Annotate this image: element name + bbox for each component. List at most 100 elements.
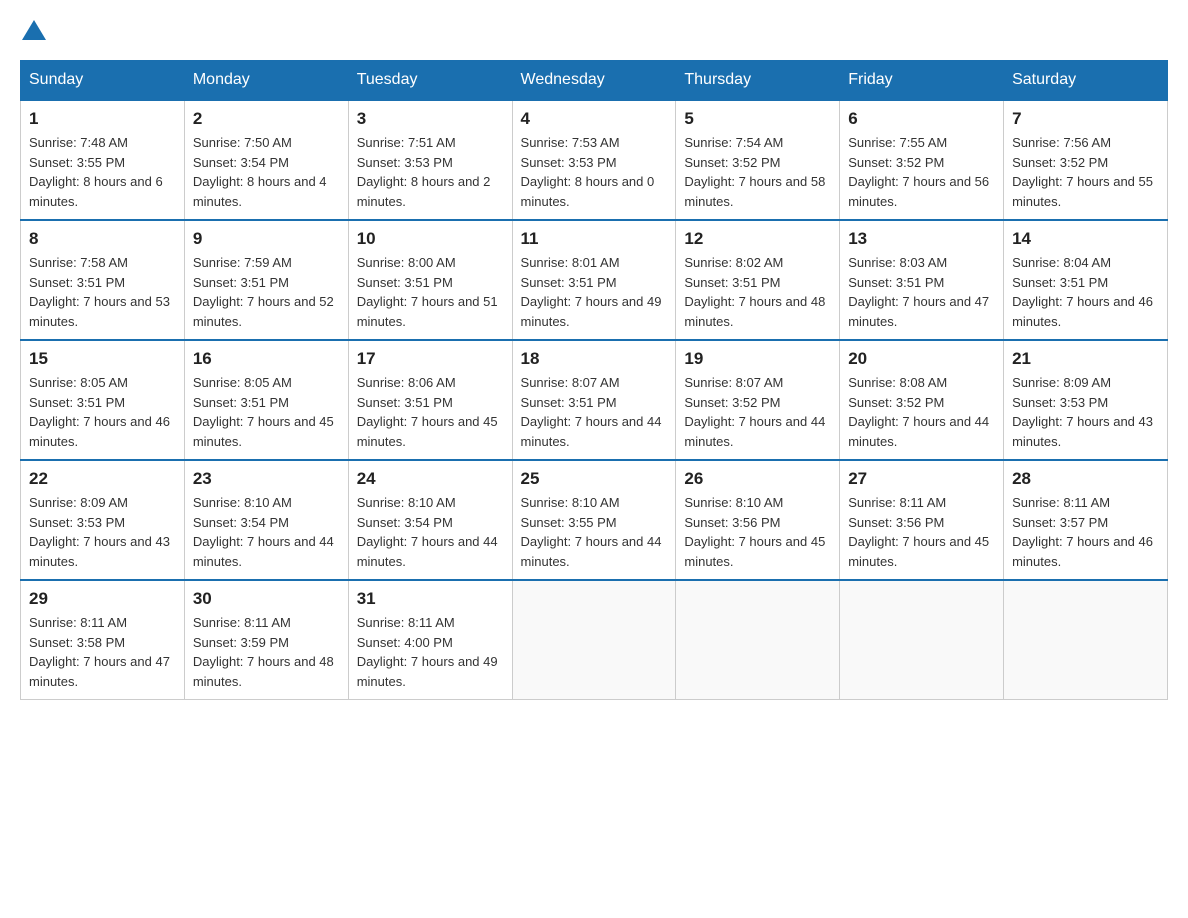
- calendar-week-row: 29 Sunrise: 8:11 AMSunset: 3:58 PMDayligh…: [21, 580, 1168, 700]
- day-number: 27: [848, 469, 995, 489]
- calendar-cell: 28Sunrise: 8:11 AMSunset: 3:57 PMDayligh…: [1004, 460, 1168, 580]
- calendar-cell: 22 Sunrise: 8:09 AMSunset: 3:53 PMDayligh…: [21, 460, 185, 580]
- day-number: 14: [1012, 229, 1159, 249]
- calendar-table: SundayMondayTuesdayWednesdayThursdayFrid…: [20, 60, 1168, 700]
- calendar-cell: 3 Sunrise: 7:51 AMSunset: 3:53 PMDaylight…: [348, 100, 512, 220]
- calendar-week-row: 22 Sunrise: 8:09 AMSunset: 3:53 PMDayligh…: [21, 460, 1168, 580]
- calendar-cell: 12 Sunrise: 8:02 AMSunset: 3:51 PMDayligh…: [676, 220, 840, 340]
- calendar-cell: 29 Sunrise: 8:11 AMSunset: 3:58 PMDayligh…: [21, 580, 185, 700]
- day-info: Sunrise: 8:01 AMSunset: 3:51 PMDaylight:…: [521, 253, 668, 331]
- day-info: Sunrise: 8:08 AMSunset: 3:52 PMDaylight:…: [848, 373, 995, 451]
- day-info: Sunrise: 7:59 AMSunset: 3:51 PMDaylight:…: [193, 253, 340, 331]
- day-number: 29: [29, 589, 176, 609]
- weekday-header-saturday: Saturday: [1004, 61, 1168, 101]
- day-info: Sunrise: 8:11 AMSunset: 3:58 PMDaylight:…: [29, 613, 176, 691]
- calendar-cell: 10 Sunrise: 8:00 AMSunset: 3:51 PMDayligh…: [348, 220, 512, 340]
- day-info: Sunrise: 7:53 AMSunset: 3:53 PMDaylight:…: [521, 133, 668, 211]
- calendar-week-row: 1Sunrise: 7:48 AMSunset: 3:55 PMDaylight…: [21, 100, 1168, 220]
- weekday-header-thursday: Thursday: [676, 61, 840, 101]
- weekday-header-wednesday: Wednesday: [512, 61, 676, 101]
- calendar-cell: 7 Sunrise: 7:56 AMSunset: 3:52 PMDaylight…: [1004, 100, 1168, 220]
- calendar-cell: 6 Sunrise: 7:55 AMSunset: 3:52 PMDaylight…: [840, 100, 1004, 220]
- day-info: Sunrise: 8:11 AMSunset: 4:00 PMDaylight:…: [357, 613, 504, 691]
- day-info: Sunrise: 8:05 AMSunset: 3:51 PMDaylight:…: [29, 373, 176, 451]
- calendar-cell: 14 Sunrise: 8:04 AMSunset: 3:51 PMDayligh…: [1004, 220, 1168, 340]
- logo-triangle-icon: [22, 20, 46, 40]
- day-number: 13: [848, 229, 995, 249]
- day-number: 30: [193, 589, 340, 609]
- day-info: Sunrise: 8:09 AMSunset: 3:53 PMDaylight:…: [1012, 373, 1159, 451]
- calendar-cell: 27 Sunrise: 8:11 AMSunset: 3:56 PMDayligh…: [840, 460, 1004, 580]
- day-info: Sunrise: 8:00 AMSunset: 3:51 PMDaylight:…: [357, 253, 504, 331]
- calendar-cell: 18 Sunrise: 8:07 AMSunset: 3:51 PMDayligh…: [512, 340, 676, 460]
- day-number: 24: [357, 469, 504, 489]
- day-number: 6: [848, 109, 995, 129]
- calendar-cell: [676, 580, 840, 700]
- day-number: 3: [357, 109, 504, 129]
- calendar-cell: 24 Sunrise: 8:10 AMSunset: 3:54 PMDayligh…: [348, 460, 512, 580]
- day-number: 28: [1012, 469, 1159, 489]
- day-info: Sunrise: 7:55 AMSunset: 3:52 PMDaylight:…: [848, 133, 995, 211]
- calendar-cell: 20 Sunrise: 8:08 AMSunset: 3:52 PMDayligh…: [840, 340, 1004, 460]
- day-number: 22: [29, 469, 176, 489]
- calendar-cell: 4 Sunrise: 7:53 AMSunset: 3:53 PMDaylight…: [512, 100, 676, 220]
- day-info: Sunrise: 7:56 AMSunset: 3:52 PMDaylight:…: [1012, 133, 1159, 211]
- logo: [20, 20, 48, 40]
- calendar-cell: 30 Sunrise: 8:11 AMSunset: 3:59 PMDayligh…: [184, 580, 348, 700]
- day-number: 17: [357, 349, 504, 369]
- day-number: 25: [521, 469, 668, 489]
- calendar-cell: 8 Sunrise: 7:58 AMSunset: 3:51 PMDaylight…: [21, 220, 185, 340]
- day-number: 10: [357, 229, 504, 249]
- day-info: Sunrise: 7:48 AMSunset: 3:55 PMDaylight:…: [29, 133, 176, 211]
- day-info: Sunrise: 8:04 AMSunset: 3:51 PMDaylight:…: [1012, 253, 1159, 331]
- day-number: 5: [684, 109, 831, 129]
- calendar-cell: 11 Sunrise: 8:01 AMSunset: 3:51 PMDayligh…: [512, 220, 676, 340]
- day-number: 11: [521, 229, 668, 249]
- day-number: 20: [848, 349, 995, 369]
- day-number: 18: [521, 349, 668, 369]
- day-info: Sunrise: 8:10 AMSunset: 3:54 PMDaylight:…: [357, 493, 504, 571]
- calendar-cell: 19Sunrise: 8:07 AMSunset: 3:52 PMDayligh…: [676, 340, 840, 460]
- day-number: 12: [684, 229, 831, 249]
- calendar-cell: 26Sunrise: 8:10 AMSunset: 3:56 PMDayligh…: [676, 460, 840, 580]
- calendar-cell: [1004, 580, 1168, 700]
- day-number: 31: [357, 589, 504, 609]
- day-number: 8: [29, 229, 176, 249]
- day-number: 19: [684, 349, 831, 369]
- day-number: 15: [29, 349, 176, 369]
- calendar-cell: 13 Sunrise: 8:03 AMSunset: 3:51 PMDayligh…: [840, 220, 1004, 340]
- calendar-cell: 21Sunrise: 8:09 AMSunset: 3:53 PMDayligh…: [1004, 340, 1168, 460]
- day-info: Sunrise: 8:07 AMSunset: 3:51 PMDaylight:…: [521, 373, 668, 451]
- day-number: 16: [193, 349, 340, 369]
- day-info: Sunrise: 7:50 AMSunset: 3:54 PMDaylight:…: [193, 133, 340, 211]
- day-info: Sunrise: 8:03 AMSunset: 3:51 PMDaylight:…: [848, 253, 995, 331]
- day-number: 9: [193, 229, 340, 249]
- calendar-cell: 17Sunrise: 8:06 AMSunset: 3:51 PMDayligh…: [348, 340, 512, 460]
- weekday-header-sunday: Sunday: [21, 61, 185, 101]
- day-info: Sunrise: 8:05 AMSunset: 3:51 PMDaylight:…: [193, 373, 340, 451]
- day-number: 7: [1012, 109, 1159, 129]
- page-header: [20, 20, 1168, 40]
- day-number: 23: [193, 469, 340, 489]
- calendar-cell: [840, 580, 1004, 700]
- weekday-header-friday: Friday: [840, 61, 1004, 101]
- day-info: Sunrise: 7:58 AMSunset: 3:51 PMDaylight:…: [29, 253, 176, 331]
- day-info: Sunrise: 8:11 AMSunset: 3:59 PMDaylight:…: [193, 613, 340, 691]
- calendar-week-row: 15 Sunrise: 8:05 AMSunset: 3:51 PMDayligh…: [21, 340, 1168, 460]
- day-info: Sunrise: 8:11 AMSunset: 3:56 PMDaylight:…: [848, 493, 995, 571]
- day-info: Sunrise: 8:10 AMSunset: 3:54 PMDaylight:…: [193, 493, 340, 571]
- calendar-cell: 1Sunrise: 7:48 AMSunset: 3:55 PMDaylight…: [21, 100, 185, 220]
- calendar-week-row: 8 Sunrise: 7:58 AMSunset: 3:51 PMDaylight…: [21, 220, 1168, 340]
- day-info: Sunrise: 7:54 AMSunset: 3:52 PMDaylight:…: [684, 133, 831, 211]
- weekday-header-row: SundayMondayTuesdayWednesdayThursdayFrid…: [21, 61, 1168, 101]
- day-info: Sunrise: 8:09 AMSunset: 3:53 PMDaylight:…: [29, 493, 176, 571]
- calendar-cell: 23 Sunrise: 8:10 AMSunset: 3:54 PMDayligh…: [184, 460, 348, 580]
- calendar-cell: [512, 580, 676, 700]
- calendar-cell: 2Sunrise: 7:50 AMSunset: 3:54 PMDaylight…: [184, 100, 348, 220]
- calendar-cell: 31 Sunrise: 8:11 AMSunset: 4:00 PMDayligh…: [348, 580, 512, 700]
- day-info: Sunrise: 8:02 AMSunset: 3:51 PMDaylight:…: [684, 253, 831, 331]
- day-number: 4: [521, 109, 668, 129]
- weekday-header-tuesday: Tuesday: [348, 61, 512, 101]
- day-info: Sunrise: 7:51 AMSunset: 3:53 PMDaylight:…: [357, 133, 504, 211]
- calendar-cell: 5 Sunrise: 7:54 AMSunset: 3:52 PMDaylight…: [676, 100, 840, 220]
